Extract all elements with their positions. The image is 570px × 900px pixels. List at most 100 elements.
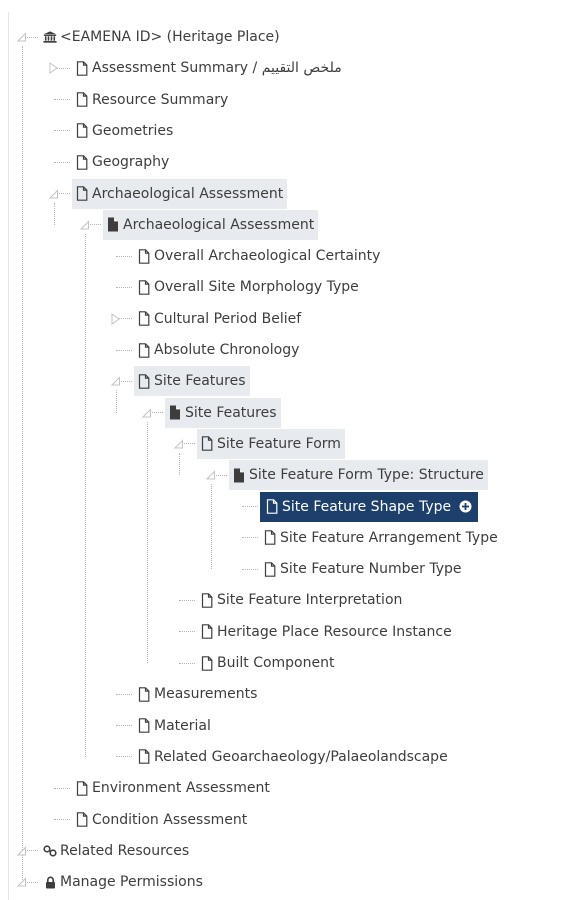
tree-node-box[interactable]: Overall Site Morphology Type: [134, 272, 363, 302]
tree-node-box[interactable]: Site Feature Form Type: Structure: [229, 460, 488, 491]
tree-node-site-feature-form-type-structure[interactable]: Site Feature Form Type: Structure: [206, 460, 488, 491]
tree-node-resource-summary[interactable]: Resource Summary: [54, 85, 232, 115]
tree-node-site-feature-number-type[interactable]: Site Feature Number Type: [242, 554, 466, 584]
tree-node-archaeological-assessment[interactable]: Archaeological Assessment: [80, 209, 319, 240]
tree-node-box[interactable]: Archaeological Assessment: [72, 178, 288, 209]
file-outline-icon: [137, 686, 151, 702]
tree-connector-line: [147, 421, 148, 663]
tree-node-cultural-period-belief[interactable]: Cultural Period Belief: [111, 304, 305, 334]
tree-branch-line: [54, 161, 70, 163]
tree-node-box[interactable]: Assessment Summary / ملخص التقييم: [72, 53, 346, 83]
tree-node-box[interactable]: Related Geoarchaeology/Palaeolandscape: [134, 742, 452, 772]
file-outline-icon: [75, 186, 89, 202]
file-outline-icon: [200, 624, 214, 640]
tree-node-label: Site Feature Arrangement Type: [280, 529, 498, 546]
tree-node-environment-assessment[interactable]: Environment Assessment: [54, 773, 274, 803]
tree-node-box[interactable]: Built Component: [197, 648, 338, 678]
tree-branch-line: [116, 725, 132, 727]
tree-node-box[interactable]: <EAMENA ID> (Heritage Place): [40, 22, 284, 52]
collapse-toggle-icon[interactable]: [80, 219, 90, 231]
tree-node-condition-assessment[interactable]: Condition Assessment: [54, 805, 251, 835]
tree-node-box[interactable]: Overall Archaeological Certainty: [134, 241, 384, 271]
tree-node-material[interactable]: Material: [116, 711, 215, 741]
tree-node-box[interactable]: Related Resources: [40, 836, 193, 866]
tree-node-label: Cultural Period Belief: [154, 310, 302, 327]
building-icon: [43, 29, 57, 45]
tree-node-box[interactable]: Site Feature Form: [197, 428, 345, 459]
tree-node-label: Archaeological Assessment: [92, 185, 284, 202]
tree-node-assessment-summary[interactable]: Assessment Summary / ملخص التقييم: [49, 53, 346, 83]
file-outline-icon: [137, 373, 151, 389]
tree-connector-line: [85, 233, 86, 757]
file-outline-icon: [265, 499, 279, 515]
tree-node-box[interactable]: Site Feature Number Type: [260, 554, 466, 584]
tree-node-box[interactable]: Site Feature Arrangement Type: [260, 523, 502, 553]
tree-node-site-feature-interpretation[interactable]: Site Feature Interpretation: [179, 585, 406, 615]
tree-node-box[interactable]: Geometries: [72, 116, 177, 146]
tree-node-label: Environment Assessment: [92, 780, 270, 797]
tree-node-box[interactable]: Geography: [72, 147, 173, 177]
tree-node-box[interactable]: Cultural Period Belief: [134, 304, 305, 334]
collapse-toggle-icon[interactable]: [17, 876, 27, 888]
tree-node-heritage-place-resource-instance[interactable]: Heritage Place Resource Instance: [179, 617, 456, 647]
collapse-toggle-icon[interactable]: [111, 375, 121, 387]
tree-branch-line: [242, 506, 258, 507]
tree-node-box[interactable]: Absolute Chronology: [134, 335, 303, 365]
tree-node-site-feature-shape-type[interactable]: Site Feature Shape Type: [242, 491, 479, 522]
tree-node-overall-site-morphology-type[interactable]: Overall Site Morphology Type: [116, 272, 363, 302]
collapse-toggle-icon[interactable]: [142, 407, 152, 419]
tree-node-label: Archaeological Assessment: [123, 216, 315, 233]
tree-node-box[interactable]: Site Features: [165, 397, 281, 428]
tree-node-box[interactable]: Archaeological Assessment: [103, 209, 319, 240]
collapse-toggle-icon[interactable]: [206, 469, 216, 481]
tree-node-measurements[interactable]: Measurements: [116, 679, 261, 709]
tree-node-site-feature-arrangement-type[interactable]: Site Feature Arrangement Type: [242, 523, 502, 553]
tree-node-label: Heritage Place Resource Instance: [217, 623, 452, 640]
collapse-toggle-icon[interactable]: [17, 845, 27, 857]
expand-toggle-icon[interactable]: [49, 62, 59, 75]
tree-node-archaeological-assessment[interactable]: Archaeological Assessment: [49, 178, 288, 209]
tree-node-manage-permissions[interactable]: Manage Permissions: [17, 867, 207, 897]
tree-branch-line: [116, 693, 132, 695]
tree-node-built-component[interactable]: Built Component: [179, 648, 338, 678]
file-outline-icon: [200, 436, 214, 452]
file-solid-icon: [232, 467, 246, 483]
tree-node-label: Site Feature Form Type: Structure: [249, 467, 484, 484]
tree-branch-line: [116, 756, 132, 758]
tree-node-box[interactable]: Measurements: [134, 679, 261, 709]
tree-node-box[interactable]: Heritage Place Resource Instance: [197, 617, 456, 647]
tree-node-related-geoarchaeology-palaeolandscape[interactable]: Related Geoarchaeology/Palaeolandscape: [116, 742, 452, 772]
tree-node-box[interactable]: Manage Permissions: [40, 867, 207, 897]
link-icon: [43, 843, 57, 859]
expand-toggle-icon[interactable]: [111, 312, 121, 325]
tree-node-box[interactable]: Condition Assessment: [72, 805, 251, 835]
file-outline-icon: [75, 123, 89, 139]
tree-node-overall-archaeological-certainty[interactable]: Overall Archaeological Certainty: [116, 241, 384, 271]
tree-branch-line: [54, 819, 70, 820]
collapse-toggle-icon[interactable]: [49, 188, 59, 200]
tree-node-eamena-id-heritage-place[interactable]: <EAMENA ID> (Heritage Place): [17, 22, 284, 52]
plus-circle-icon[interactable]: [459, 500, 472, 513]
tree-branch-line: [242, 537, 258, 539]
tree-node-label: Site Feature Shape Type: [282, 498, 452, 515]
collapse-toggle-icon[interactable]: [174, 438, 184, 450]
tree-node-label: Manage Permissions: [60, 874, 203, 891]
tree-node-geography[interactable]: Geography: [54, 147, 173, 177]
file-outline-icon: [137, 342, 151, 358]
file-outline-icon: [75, 60, 89, 76]
tree-branch-line: [242, 568, 258, 570]
collapse-toggle-icon[interactable]: [17, 31, 27, 43]
tree-node-related-resources[interactable]: Related Resources: [17, 836, 193, 866]
tree-node-absolute-chronology[interactable]: Absolute Chronology: [116, 335, 303, 365]
tree-node-site-features[interactable]: Site Features: [142, 397, 281, 428]
tree-node-geometries[interactable]: Geometries: [54, 116, 177, 146]
tree-node-box[interactable]: Resource Summary: [72, 85, 232, 115]
tree-node-site-feature-form[interactable]: Site Feature Form: [174, 428, 345, 459]
tree-node-box[interactable]: Site Features: [134, 366, 250, 397]
tree-branch-line: [54, 787, 70, 789]
tree-node-box[interactable]: Material: [134, 711, 215, 741]
tree-node-box[interactable]: Environment Assessment: [72, 773, 274, 803]
tree-node-box[interactable]: Site Feature Interpretation: [197, 585, 406, 615]
tree-node-site-features[interactable]: Site Features: [111, 366, 250, 397]
tree-node-box[interactable]: Site Feature Shape Type: [260, 491, 479, 522]
